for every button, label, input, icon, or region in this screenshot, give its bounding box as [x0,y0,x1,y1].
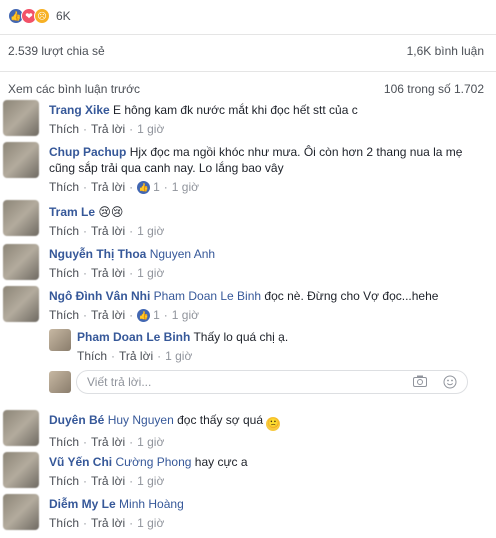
like-action[interactable]: Thích [49,122,79,136]
commenter-name[interactable]: Pham Doan Le Binh [77,330,190,344]
comment-time[interactable]: 1 giờ [137,266,164,280]
like-action[interactable]: Thích [49,266,79,280]
tagged-user[interactable]: Cường Phong [115,455,191,469]
commenter-name[interactable]: Ngô Đình Vân Nhi [49,289,150,303]
comment-time[interactable]: 1 giờ [172,180,199,194]
comment-text: đọc nè. Đừng cho Vợ đọc...hehe [264,289,439,303]
comment-text-line2: cũng sắp trải qua canh nay. Lo lắng bao … [49,161,284,175]
divider [0,34,496,35]
commenter-name[interactable]: Nguyễn Thị Thoa [49,247,146,261]
commenter-name[interactable]: Duyên Bé [49,413,104,427]
like-action[interactable]: Thích [49,474,79,488]
commenter-name[interactable]: Trang Xike [49,103,110,117]
commenter-name[interactable]: Chup Pachup [49,145,126,159]
engagement-row: 2.539 lượt chia sẻ 1,6K bình luận [8,44,484,58]
reaction-count[interactable]: 6K [56,9,71,23]
like-action[interactable]: Thích [49,180,79,194]
like-icon: 👍 [137,308,151,322]
comments-count[interactable]: 1,6K bình luận [407,44,484,58]
reply-action[interactable]: Trả lời [91,266,125,280]
comment-text: 😢😢 [98,205,124,219]
comment-time[interactable]: 1 giờ [137,435,164,449]
reply-action[interactable]: Trả lời [91,224,125,238]
comment-time[interactable]: 1 giờ [137,122,164,136]
like-action[interactable]: Thích [49,224,79,238]
avatar[interactable] [3,142,39,178]
view-previous-row: Xem các bình luận trước 106 trong số 1.7… [8,82,484,96]
reply-composer: Viết trả lời... [49,368,473,396]
reactions-summary[interactable]: 👍 ❤ ☹ 6K [8,6,71,26]
frown-emoji-icon: 🙁 [266,417,281,431]
comment-text: đọc thấy sợ quá [177,413,264,427]
comment-time[interactable]: 1 giờ [165,349,192,363]
comment-time[interactable]: 1 giờ [137,224,164,238]
comment-like-count[interactable]: 👍 1 [137,308,160,322]
comment-like-count[interactable]: 👍 1 [137,180,160,194]
emoji-icon[interactable] [443,375,457,389]
reply-action[interactable]: Trả lời [91,122,125,136]
like-action[interactable]: Thích [49,435,79,449]
reply-action[interactable]: Trả lời [119,349,153,363]
like-action[interactable]: Thích [49,308,79,322]
like-action[interactable]: Thích [77,349,107,363]
avatar[interactable] [49,329,71,351]
reply-action[interactable]: Trả lời [91,474,125,488]
camera-icon[interactable] [413,375,427,387]
reply-action[interactable]: Trả lời [91,180,125,194]
comment-time[interactable]: 1 giờ [137,516,164,530]
avatar[interactable] [3,244,39,280]
reply-action[interactable]: Trả lời [91,516,125,530]
divider [0,71,496,72]
reply-action[interactable]: Trả lời [91,308,125,322]
reply-action[interactable]: Trả lời [91,435,125,449]
avatar[interactable] [3,200,39,236]
avatar[interactable] [3,286,39,322]
comment-text: Hjx đọc ma ngồi khóc như mưa. Ôi còn hơn… [129,145,463,159]
reply-input[interactable]: Viết trả lời... [76,370,468,394]
comment-time[interactable]: 1 giờ [137,474,164,488]
comment-pagination: 106 trong số 1.702 [383,82,484,96]
comment-text: hay cực a [194,455,248,469]
like-icon: 👍 [137,180,151,194]
avatar[interactable] [3,452,39,488]
tagged-user[interactable]: Nguyen Anh [150,247,215,261]
tagged-user[interactable]: Huy Nguyen [108,413,174,427]
comment-text: Thấy lo quá chị ạ. [193,330,289,344]
tagged-user[interactable]: Minh Hoàng [119,497,184,511]
avatar[interactable] [3,100,39,136]
avatar[interactable] [3,494,39,530]
commenter-name[interactable]: Diễm My Le [49,497,116,511]
shares-count[interactable]: 2.539 lượt chia sẻ [8,44,105,58]
view-previous-comments-link[interactable]: Xem các bình luận trước [8,82,140,96]
tagged-user[interactable]: Pham Doan Le Binh [154,289,261,303]
comment-time[interactable]: 1 giờ [172,308,199,322]
avatar [49,371,71,393]
comment-text: E hông kam đk nước mắt khi đọc hết stt c… [113,103,358,117]
avatar[interactable] [3,410,39,446]
like-action[interactable]: Thích [49,516,79,530]
sad-icon: ☹ [34,8,50,24]
commenter-name[interactable]: Vũ Yến Chi [49,455,112,469]
commenter-name[interactable]: Tram Le [49,205,95,219]
